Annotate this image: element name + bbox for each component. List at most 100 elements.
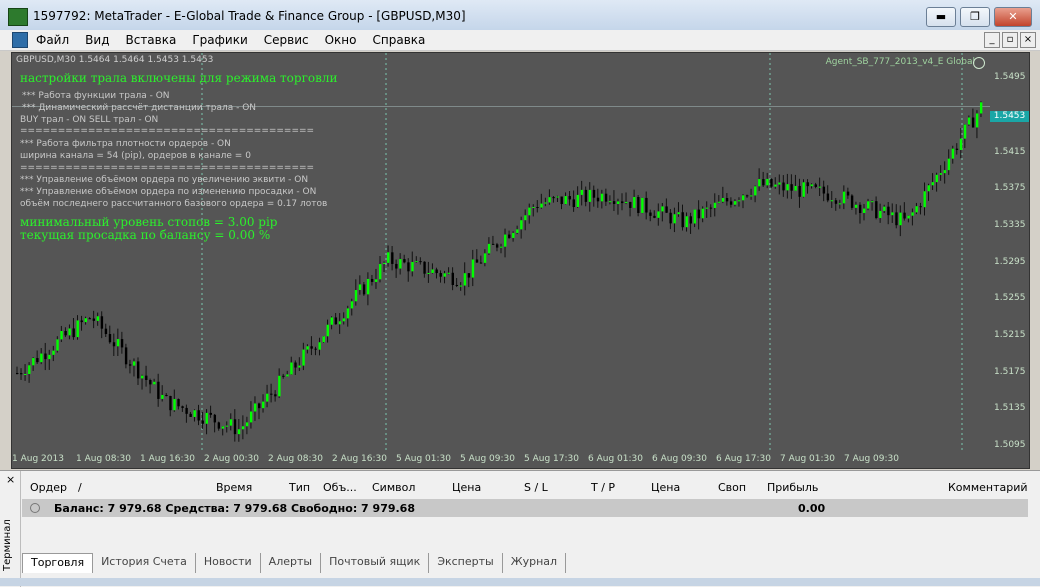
menu-window[interactable]: Окно [325, 33, 357, 47]
candle-body [802, 182, 805, 197]
candle-body [124, 347, 128, 365]
tab-trade[interactable]: Торговля [22, 553, 94, 573]
candle-body [326, 324, 329, 337]
candle-body [754, 186, 757, 196]
candle-body [68, 328, 71, 336]
candle-body [278, 375, 281, 397]
info-line: *** Динамический рассчёт дистанции трала… [22, 103, 257, 113]
candle-body [786, 184, 789, 191]
tab-news[interactable]: Новости [196, 553, 261, 573]
tab-journal[interactable]: Журнал [503, 553, 567, 573]
candle-body [463, 273, 467, 286]
column-swap[interactable]: Своп [718, 481, 746, 494]
mdi-restore-button[interactable]: ▫ [1002, 32, 1018, 48]
candle-body [576, 194, 580, 208]
candle-body [750, 195, 753, 197]
menu-insert[interactable]: Вставка [125, 33, 176, 47]
column-tp[interactable]: T / P [591, 481, 615, 494]
candle-body [770, 178, 773, 187]
candle-body [963, 124, 967, 139]
minimize-button[interactable]: ▬ [926, 7, 956, 27]
candle-body [451, 272, 454, 285]
candle-body [951, 148, 955, 159]
column-type[interactable]: Тип [289, 481, 310, 494]
candle-body [850, 195, 854, 208]
time-tick: 7 Aug 01:30 [780, 454, 835, 464]
candle-body [560, 196, 563, 205]
menu-view[interactable]: Вид [85, 33, 109, 47]
column-sl[interactable]: S / L [524, 481, 548, 494]
candle-body [258, 403, 261, 409]
column-time[interactable]: Время [216, 481, 252, 494]
candle-body [818, 186, 822, 188]
candle-body [899, 212, 902, 226]
terminal-close-button[interactable]: × [6, 473, 15, 486]
candle-body [294, 362, 297, 368]
candle-body [253, 403, 257, 412]
terminal-tabs: Торговля История Счета Новости Алерты По… [22, 553, 567, 573]
time-tick: 6 Aug 01:30 [588, 454, 643, 464]
candle-body [443, 273, 446, 277]
candle-body [427, 272, 430, 274]
candle-body [637, 197, 640, 213]
menu-charts[interactable]: Графики [192, 33, 247, 47]
candle-body [395, 263, 398, 269]
candle-body [302, 349, 305, 366]
candle-body [205, 412, 208, 424]
candle-body [766, 178, 769, 186]
candle-body [544, 202, 547, 204]
candle-body [495, 244, 499, 248]
mdi-minimize-button[interactable]: _ [984, 32, 1000, 48]
candle-body [100, 316, 104, 329]
candle-body [391, 252, 394, 264]
column-price[interactable]: Цена [452, 481, 481, 494]
candle-body [197, 410, 200, 421]
column-comment[interactable]: Комментарий [948, 481, 1028, 494]
balance-status-icon [30, 503, 40, 513]
candle-body [608, 201, 612, 203]
candle-body [282, 375, 285, 377]
balance-row[interactable]: Баланс: 7 979.68 Средства: 7 979.68 Своб… [22, 499, 1028, 517]
price-chart[interactable]: GBPUSD,M30 1.5464 1.5464 1.5453 1.5453 A… [11, 52, 1030, 469]
chart-header: GBPUSD,M30 1.5464 1.5464 1.5453 1.5453 [16, 55, 214, 65]
tab-experts[interactable]: Эксперты [429, 553, 503, 573]
menu-help[interactable]: Справка [373, 33, 426, 47]
chart-window-icon[interactable] [12, 32, 28, 48]
tab-mailbox[interactable]: Почтовый ящик [321, 553, 430, 573]
candle-body [584, 189, 588, 202]
expert-name: Agent_SB_777_2013_v4_E Global [825, 57, 975, 67]
info-line: объём последнего рассчитанного базового … [20, 199, 328, 209]
candle-body [875, 201, 878, 219]
candle-body [32, 358, 35, 366]
close-button[interactable]: ✕ [994, 7, 1032, 27]
candle-body [92, 318, 96, 321]
maximize-button[interactable]: ❐ [960, 7, 990, 27]
candle-body [266, 393, 269, 402]
candle-body [504, 234, 507, 247]
candle-body [681, 212, 684, 228]
mdi-close-button[interactable]: × [1020, 32, 1036, 48]
candle-body [225, 425, 229, 427]
column-sort-icon[interactable]: / [78, 481, 82, 494]
candle-body [120, 339, 124, 348]
info-line: текущая просадка по балансу = 0.00 % [20, 228, 271, 242]
column-symbol[interactable]: Символ [372, 481, 415, 494]
column-current-price[interactable]: Цена [651, 481, 680, 494]
column-order[interactable]: Ордер [30, 481, 67, 494]
column-profit[interactable]: Прибыль [767, 481, 818, 494]
candle-body [616, 201, 620, 205]
column-volume[interactable]: Объ... [323, 481, 357, 494]
candle-body [270, 393, 273, 395]
candle-body [455, 284, 459, 286]
candle-body [64, 330, 67, 336]
candle-body [112, 342, 116, 347]
tab-alerts[interactable]: Алерты [261, 553, 322, 573]
menu-tools[interactable]: Сервис [264, 33, 309, 47]
menu-file[interactable]: Файл [36, 33, 69, 47]
time-tick: 1 Aug 2013 [12, 454, 64, 464]
price-tick: 1.5255 [994, 293, 1026, 303]
candle-body [782, 182, 785, 191]
tab-account-history[interactable]: История Счета [93, 553, 196, 573]
candle-body [108, 334, 112, 343]
candle-body [943, 170, 947, 174]
